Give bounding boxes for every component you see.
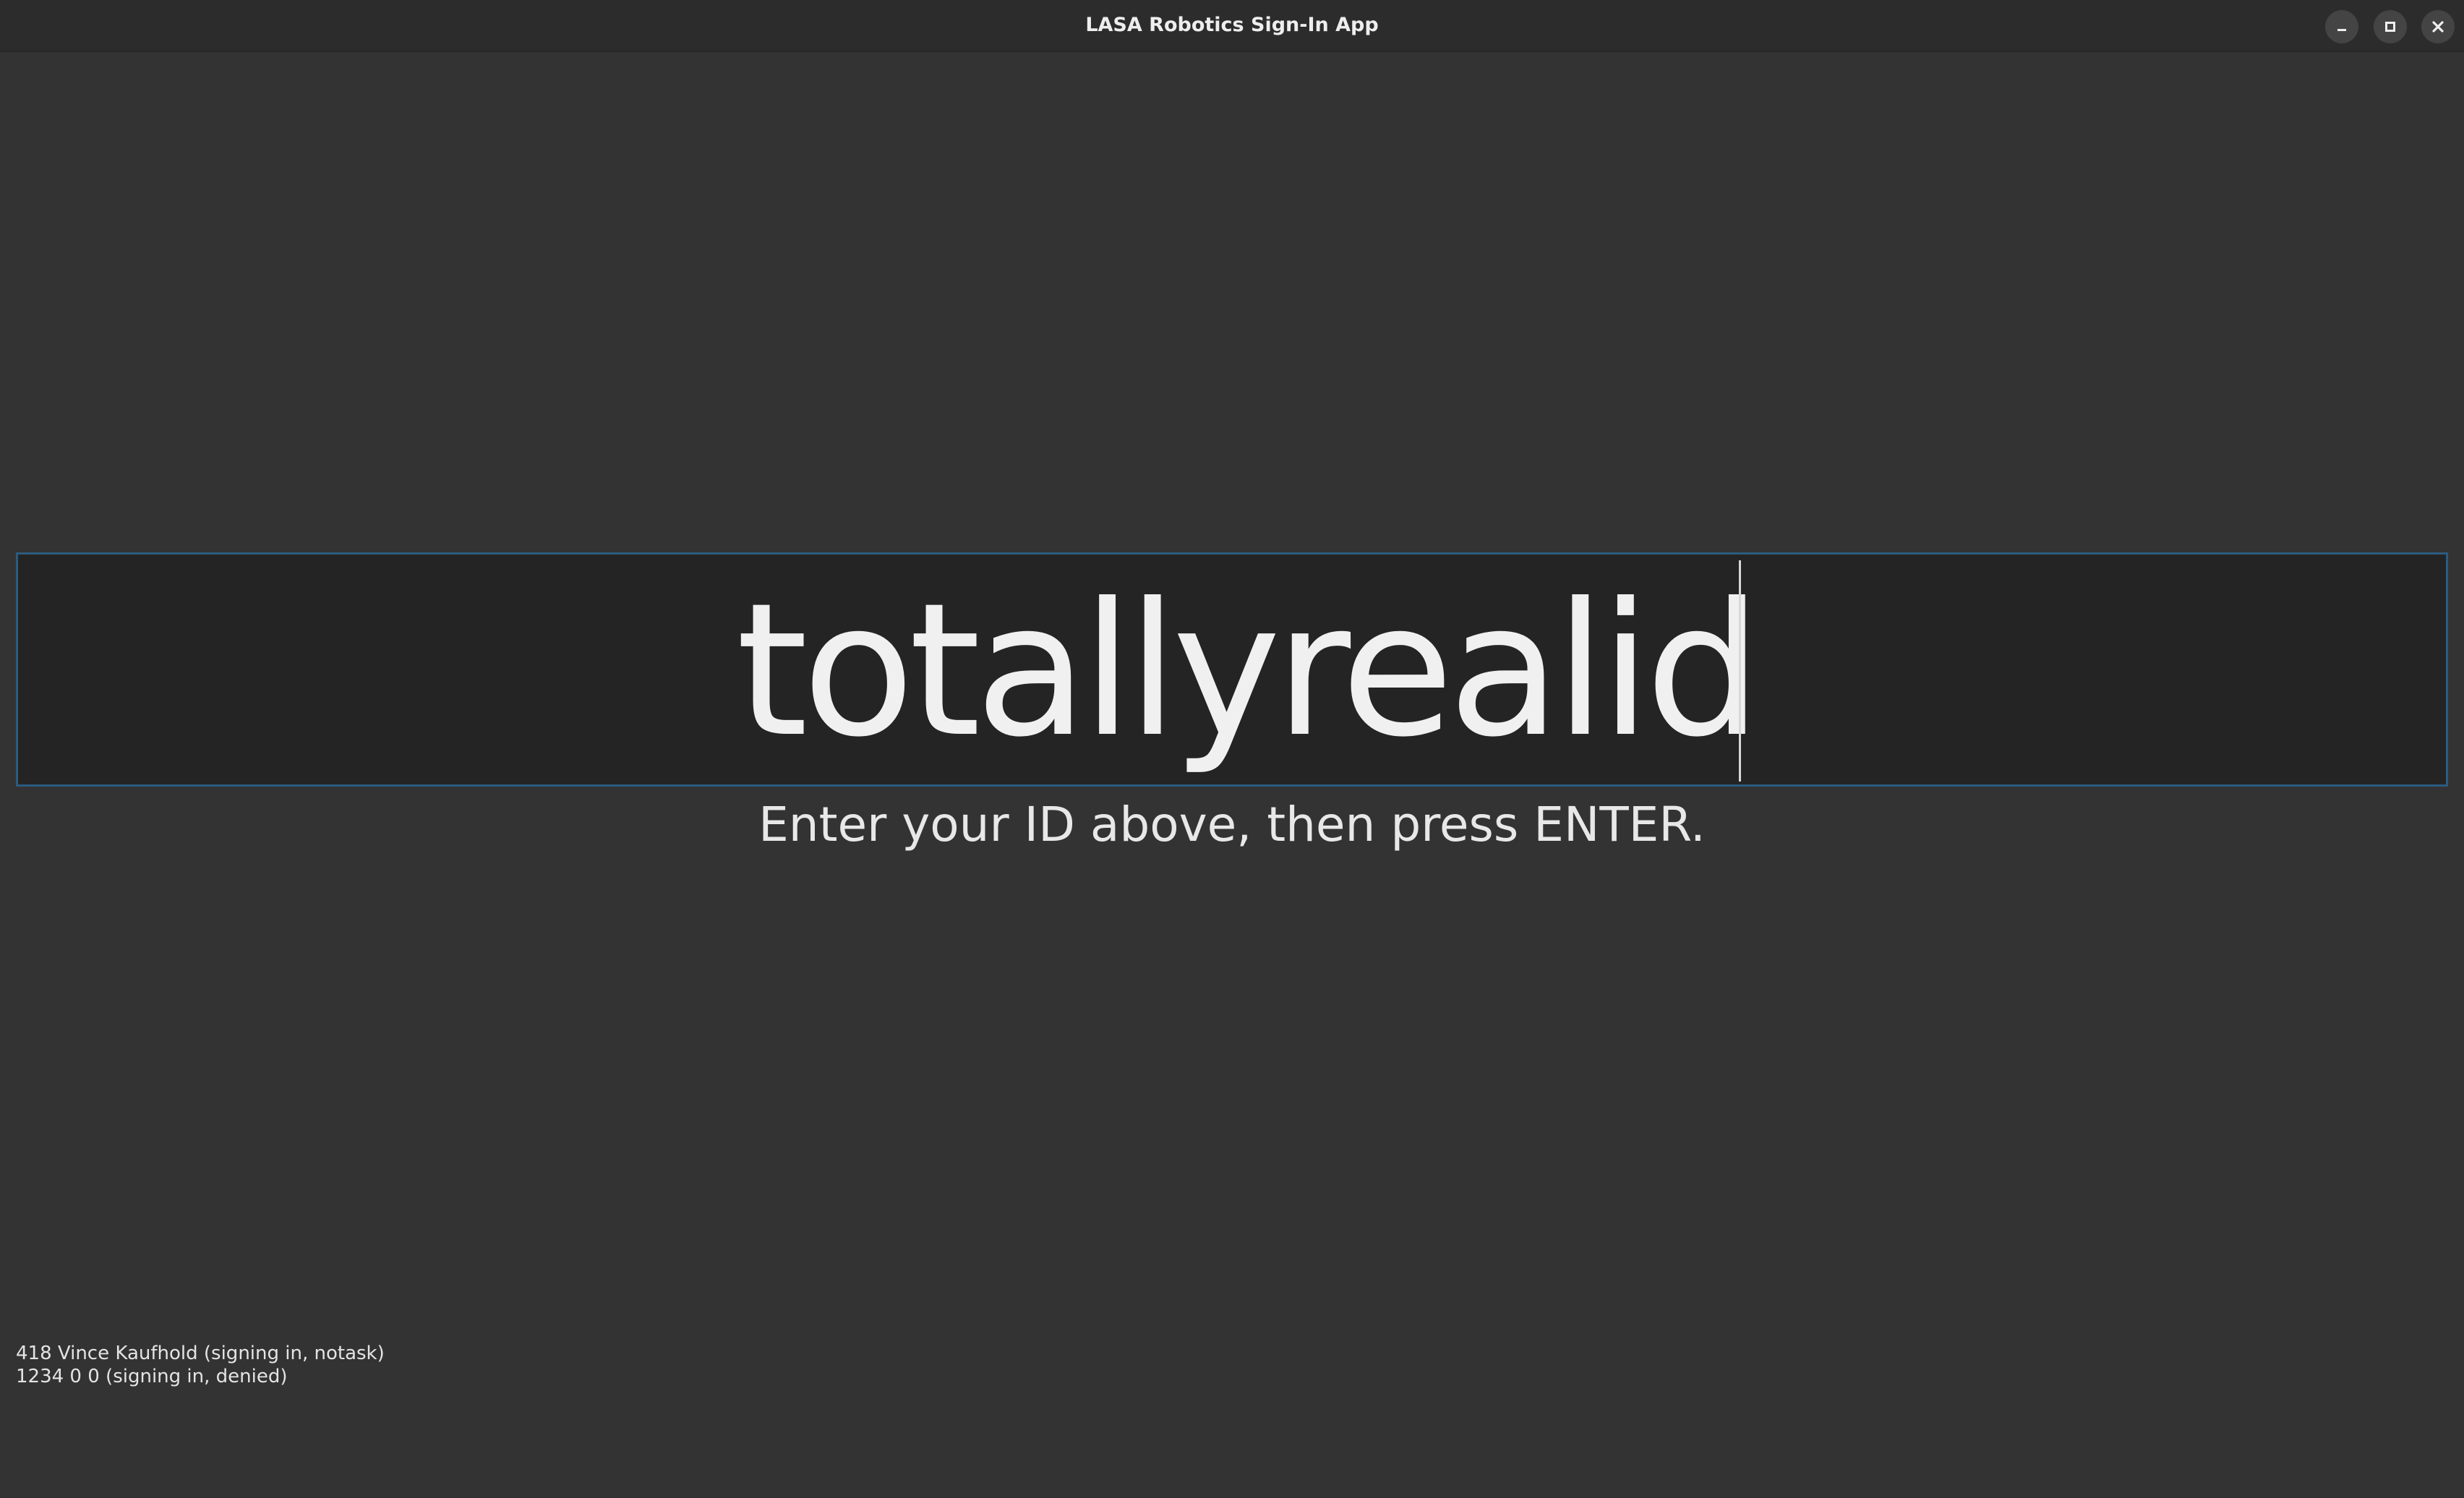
id-input-field[interactable]: totallyrealid [16,552,2448,787]
window-titlebar[interactable]: LASA Robotics Sign-In App [0,0,2464,52]
text-caret [1739,560,1741,782]
id-input-value: totallyrealid [736,563,1762,777]
signin-log: 418 Vince Kaufhold (signing in, notask) … [16,1342,385,1388]
instruction-text: Enter your ID above, then press ENTER. [758,797,1706,852]
log-line: 1234 0 0 (signing in, denied) [16,1366,288,1387]
window-title: LASA Robotics Sign-In App [1085,14,1379,36]
minimize-button[interactable] [2325,10,2358,43]
close-button[interactable] [2421,10,2455,43]
maximize-button[interactable] [2374,10,2407,43]
log-line: 418 Vince Kaufhold (signing in, notask) [16,1343,385,1364]
